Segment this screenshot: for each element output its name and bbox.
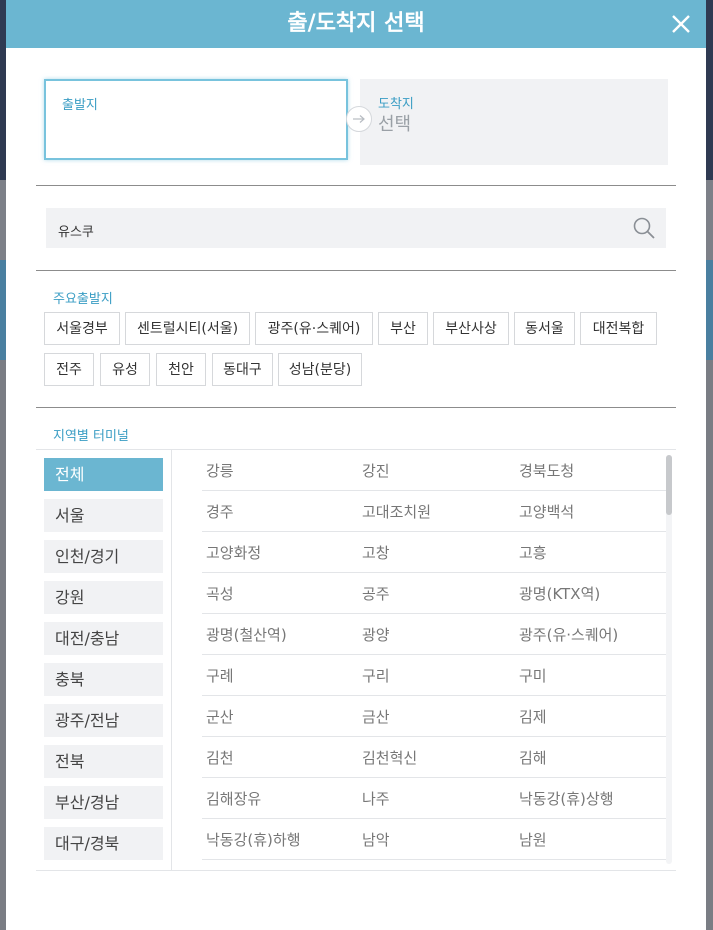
arrow-right-icon <box>346 106 372 132</box>
region-tab-busan-gyeongnam[interactable]: 부산/경남 <box>44 786 163 819</box>
divider <box>36 185 676 186</box>
terminal-item[interactable]: 공주 <box>362 583 390 604</box>
region-tab-daejeon-chungnam[interactable]: 대전/충남 <box>44 622 163 655</box>
scrollbar-track[interactable] <box>666 455 672 864</box>
divider <box>36 270 676 271</box>
terminal-item[interactable]: 김해 <box>519 747 547 768</box>
terminal-item[interactable]: 고흥 <box>519 542 547 563</box>
terminal-item[interactable]: 구례 <box>206 665 234 686</box>
arrival-value: 선택 <box>378 114 412 135</box>
chip-busan-sasang[interactable]: 부산사상 <box>433 312 509 345</box>
search-icon[interactable] <box>632 216 656 244</box>
regional-terminals-title: 지역별 터미널 <box>53 429 129 444</box>
divider <box>36 870 676 871</box>
divider <box>171 449 172 870</box>
chip-daejeon[interactable]: 대전복합 <box>580 312 657 345</box>
terminal-item[interactable]: 낙동강(휴)하행 <box>206 829 301 850</box>
modal-header: 출/도착지 선택 <box>6 0 706 48</box>
terminal-row: 광명(철산역) 광양 광주(유·스퀘어) <box>202 614 671 655</box>
arrival-field[interactable]: 도착지 선택 <box>360 79 668 165</box>
region-tab-daegu-gyeongbuk[interactable]: 대구/경북 <box>44 827 163 860</box>
terminal-item[interactable]: 고창 <box>362 542 390 563</box>
terminal-row: 강릉 강진 경북도청 <box>202 450 671 491</box>
terminal-item[interactable]: 강진 <box>362 460 390 481</box>
terminal-item[interactable]: 군산 <box>206 706 234 727</box>
terminal-item[interactable]: 광명(KTX역) <box>519 583 600 604</box>
chip-seoul-gyeongbu[interactable]: 서울경부 <box>44 312 120 345</box>
region-tab-gwangju-jeonnam[interactable]: 광주/전남 <box>44 704 163 737</box>
terminal-row: 구례 구리 구미 <box>202 655 671 696</box>
terminal-item[interactable]: 김해장유 <box>206 788 261 809</box>
terminal-item[interactable]: 경주 <box>206 501 234 522</box>
terminal-row: 김해장유 나주 낙동강(휴)상행 <box>202 778 671 819</box>
terminal-item[interactable]: 강릉 <box>206 460 234 481</box>
terminal-item[interactable]: 남원 <box>519 829 547 850</box>
terminal-item[interactable]: 고양백석 <box>519 501 574 522</box>
terminal-row: 군산 금산 김제 <box>202 696 671 737</box>
terminal-item[interactable]: 낙동강(휴)상행 <box>519 788 614 809</box>
terminal-item[interactable]: 김제 <box>519 706 547 727</box>
chip-jeonju[interactable]: 전주 <box>44 353 94 386</box>
chip-central-city[interactable]: 센트럴시티(서울) <box>125 312 250 345</box>
terminal-item[interactable]: 김천 <box>206 747 234 768</box>
terminal-select-modal: 출/도착지 선택 출발지 도착지 선택 유스쿠 주요출발지 서울경부 센트럴시티… <box>6 0 706 930</box>
terminal-item[interactable]: 광명(철산역) <box>206 624 287 645</box>
departure-field[interactable]: 출발지 <box>44 79 348 160</box>
region-tab-chungbuk[interactable]: 충북 <box>44 663 163 696</box>
terminal-item[interactable]: 광주(유·스퀘어) <box>519 624 618 645</box>
terminal-item[interactable]: 금산 <box>362 706 390 727</box>
terminal-row: 곡성 공주 광명(KTX역) <box>202 573 671 614</box>
route-selector: 출발지 도착지 선택 <box>44 79 668 165</box>
terminal-item[interactable]: 광양 <box>362 624 390 645</box>
scrollbar-thumb[interactable] <box>666 455 672 515</box>
terminal-item[interactable]: 고양화정 <box>206 542 261 563</box>
terminal-row: 김천 김천혁신 김해 <box>202 737 671 778</box>
region-tab-incheon-gyeonggi[interactable]: 인천/경기 <box>44 540 163 573</box>
terminal-item[interactable]: 김천혁신 <box>362 747 417 768</box>
modal-title: 출/도착지 선택 <box>287 11 425 36</box>
terminal-item[interactable]: 남악 <box>362 829 390 850</box>
chip-dongdaegu[interactable]: 동대구 <box>212 353 273 386</box>
close-button[interactable] <box>666 9 696 39</box>
close-icon <box>672 15 690 33</box>
chip-cheonan[interactable]: 천안 <box>156 353 206 386</box>
terminal-row: 낙동강(휴)하행 남악 남원 <box>202 819 671 860</box>
region-tab-jeonbuk[interactable]: 전북 <box>44 745 163 778</box>
terminal-item[interactable]: 구리 <box>362 665 390 686</box>
terminal-row: 경주 고대조치원 고양백석 <box>202 491 671 532</box>
departure-label: 출발지 <box>62 98 98 113</box>
terminal-item[interactable]: 구미 <box>519 665 547 686</box>
region-tab-seoul[interactable]: 서울 <box>44 499 163 532</box>
terminal-list: 강릉 강진 경북도청경주 고대조치원 고양백석고양화정 고창 고흥곡성 공주 광명(KTX역) 광… <box>202 450 671 860</box>
terminal-item[interactable]: 경북도청 <box>519 460 574 481</box>
region-tab-gangwon[interactable]: 강원 <box>44 581 163 614</box>
chip-gwangju[interactable]: 광주(유·스퀘어) <box>255 312 373 345</box>
terminal-item[interactable]: 나주 <box>362 788 390 809</box>
chip-seongnam[interactable]: 성남(분당) <box>278 353 362 386</box>
main-departures-title: 주요출발지 <box>53 292 113 307</box>
region-tab-all[interactable]: 전체 <box>44 458 163 491</box>
divider <box>36 407 676 408</box>
terminal-row: 고양화정 고창 고흥 <box>202 532 671 573</box>
chip-yuseong[interactable]: 유성 <box>100 353 150 386</box>
terminal-item[interactable]: 곡성 <box>206 583 234 604</box>
chip-busan[interactable]: 부산 <box>378 312 428 345</box>
terminal-item[interactable]: 고대조치원 <box>362 501 431 522</box>
chip-dong-seoul[interactable]: 동서울 <box>514 312 575 345</box>
search-value: 유스쿠 <box>58 225 94 240</box>
search-input[interactable]: 유스쿠 <box>46 208 666 248</box>
